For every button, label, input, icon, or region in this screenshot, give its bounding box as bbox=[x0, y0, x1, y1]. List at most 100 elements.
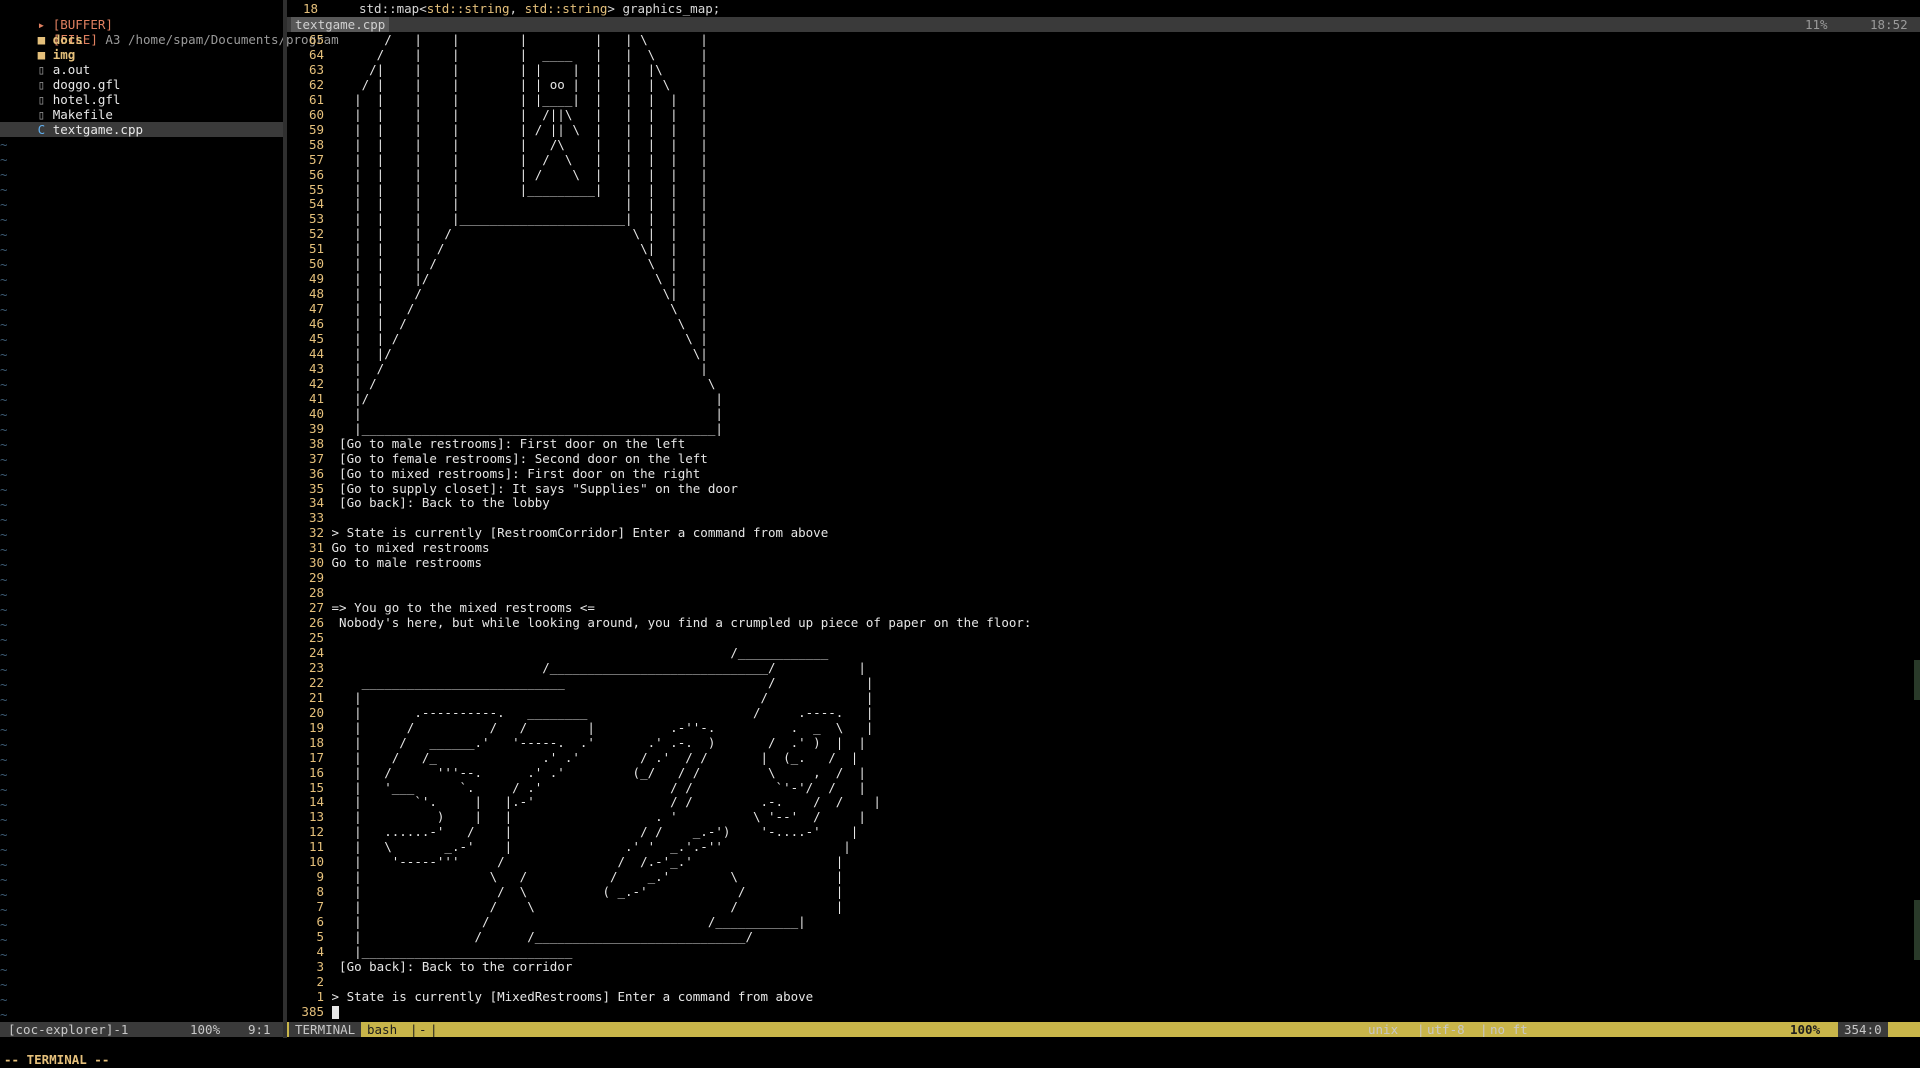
relative-line-number: 44 bbox=[308, 346, 324, 361]
empty-line-marker: ~ bbox=[0, 242, 8, 257]
tab-textgame-cpp[interactable]: textgame.cpp bbox=[291, 17, 390, 32]
terminal-text: ___________________________ / | bbox=[331, 675, 874, 690]
terminal-text: | / | bbox=[331, 690, 874, 705]
terminal-text: | ) | | . ' \ '--' / | bbox=[331, 809, 866, 824]
empty-line-marker: ~ bbox=[0, 977, 8, 992]
terminal-line: 57 | | | | | / \ | | | | | bbox=[287, 152, 708, 167]
terminal-line: 29 bbox=[287, 570, 332, 585]
terminal-text: | / ______.' '-----. .' .' .-. ) / .' ) … bbox=[331, 735, 866, 750]
terminal-line: 15 | '___ `. / .' / / `'-'/ / | bbox=[287, 780, 866, 795]
relative-line-number: 19 bbox=[308, 720, 324, 735]
terminal-line: 43 | / | bbox=[287, 361, 708, 376]
terminal-cursor bbox=[331, 1006, 339, 1019]
cpp-file-icon: C bbox=[0, 122, 53, 137]
relative-line-number: 23 bbox=[308, 660, 324, 675]
empty-line-marker: ~ bbox=[0, 692, 8, 707]
terminal-text: [Go to female restrooms]: Second door on… bbox=[331, 451, 708, 466]
window-bar: textgame.cpp 11% 18:52 bbox=[287, 17, 1920, 32]
empty-line-marker: ~ bbox=[0, 617, 8, 632]
folder-icon: ■ bbox=[0, 32, 53, 47]
terminal-line: 16 | / '''--. .' .' (_/ / / \ , / | bbox=[287, 765, 866, 780]
empty-line-marker: ~ bbox=[0, 962, 8, 977]
empty-line-marker: ~ bbox=[0, 572, 8, 587]
empty-line-marker: ~ bbox=[0, 347, 8, 362]
relative-line-number: 17 bbox=[308, 750, 324, 765]
relative-line-number: 64 bbox=[308, 47, 324, 62]
terminal-text: | .----------. ________ / .----. | bbox=[331, 705, 874, 720]
terminal-line: 39 |____________________________________… bbox=[287, 421, 723, 436]
relative-line-number: 51 bbox=[308, 241, 324, 256]
relative-line-number: 65 bbox=[308, 32, 324, 47]
terminal-text: | | | |______________________| | | | bbox=[331, 211, 708, 226]
terminal-line: 62 / | | | | | oo | | | | \ | bbox=[287, 77, 708, 92]
terminal-text: | / \ / | bbox=[331, 899, 844, 914]
terminal-text: Go to male restrooms bbox=[331, 555, 483, 570]
empty-line-marker: ~ bbox=[0, 302, 8, 317]
terminal-line: 49 | | |/ \ | | bbox=[287, 271, 708, 286]
empty-line-marker: ~ bbox=[0, 812, 8, 827]
terminal-line: 46 | | / \ | bbox=[287, 316, 708, 331]
relative-line-number: 37 bbox=[308, 451, 324, 466]
explorer-item[interactable]: ■ docs bbox=[0, 32, 83, 47]
terminal-text: > State is currently [RestroomCorridor] … bbox=[331, 525, 829, 540]
empty-line-marker: ~ bbox=[0, 947, 8, 962]
empty-line-marker: ~ bbox=[0, 842, 8, 857]
empty-line-marker: ~ bbox=[0, 317, 8, 332]
explorer-item[interactable]: ▯ Makefile bbox=[0, 107, 113, 122]
terminal-line: 61 | | | | | |____| | | | | | bbox=[287, 92, 708, 107]
explorer-item-label: docs bbox=[52, 32, 83, 47]
file-icon: ▯ bbox=[0, 77, 53, 92]
relative-line-number: 43 bbox=[308, 361, 324, 376]
scroll-indicator[interactable] bbox=[1914, 660, 1920, 700]
empty-line-marker: ~ bbox=[0, 527, 8, 542]
terminal-text: | / \ bbox=[331, 376, 716, 391]
terminal-text: | ......-' / | / / _.-') '-....-' | bbox=[331, 824, 859, 839]
terminal-line: 25 bbox=[287, 630, 332, 645]
terminal-line: 14 | `'. | |.-' / / .-. / / | bbox=[287, 794, 881, 809]
explorer-item[interactable]: ▯ hotel.gfl bbox=[0, 92, 121, 107]
terminal-line: 33 bbox=[287, 510, 332, 525]
explorer-percent: 100% bbox=[190, 1022, 221, 1037]
empty-line-marker: ~ bbox=[0, 212, 8, 227]
folder-icon: ■ bbox=[0, 47, 53, 62]
terminal-text: / | | | | | oo | | | | \ | bbox=[331, 77, 708, 92]
terminal-text: | | bbox=[331, 406, 723, 421]
terminal-line: 8 | / \ ( _.-' / | bbox=[287, 884, 843, 899]
explorer-item-label: doggo.gfl bbox=[52, 77, 121, 92]
relative-line-number: 35 bbox=[308, 481, 324, 496]
buffer-section[interactable]: ▸ [BUFFER] bbox=[0, 2, 113, 32]
explorer-item[interactable]: ■ img bbox=[0, 47, 76, 62]
empty-line-marker: ~ bbox=[0, 197, 8, 212]
relative-line-number: 52 bbox=[308, 226, 324, 241]
empty-line-marker: ~ bbox=[0, 677, 8, 692]
terminal-text: Go to mixed restrooms bbox=[331, 540, 490, 555]
code-text: std::map<std::string, std::string> graph… bbox=[359, 1, 721, 16]
file-icon: ▯ bbox=[0, 92, 53, 107]
mode-indicator: TERMINAL bbox=[289, 1022, 362, 1037]
terminal-line: 22 ___________________________ / | bbox=[287, 675, 873, 690]
scroll-indicator[interactable] bbox=[1914, 900, 1920, 960]
terminal-text: | | / \ | bbox=[331, 331, 708, 346]
empty-line-marker: ~ bbox=[0, 902, 8, 917]
terminal-text: | \ _.-' | .' ' _.'.-'' | bbox=[331, 839, 851, 854]
explorer-item[interactable]: ▯ a.out bbox=[0, 62, 91, 77]
relative-line-number: 22 bbox=[308, 675, 324, 690]
explorer-item-label: hotel.gfl bbox=[52, 92, 121, 107]
terminal-text: | `'. | |.-' / / .-. / / | bbox=[331, 794, 881, 809]
terminal-line: 59 | | | | | / || \ | | | | | bbox=[287, 122, 708, 137]
relative-line-number: 42 bbox=[308, 376, 324, 391]
empty-line-marker: ~ bbox=[0, 257, 8, 272]
relative-line-number: 33 bbox=[308, 510, 324, 525]
terminal-line: 21 | / | bbox=[287, 690, 873, 705]
empty-line-marker: ~ bbox=[0, 152, 8, 167]
explorer-item[interactable]: ▯ doggo.gfl bbox=[0, 77, 121, 92]
empty-line-marker: ~ bbox=[0, 632, 8, 647]
terminal-line: 64 / | | | ____ | | \ | bbox=[287, 47, 708, 62]
relative-line-number: 6 bbox=[316, 914, 324, 929]
terminal-buffer[interactable]: 65 / | | | | | \ | 64 / | | | ____ | | \ … bbox=[287, 32, 1920, 1022]
terminal-line: 35 [Go to supply closet]: It says "Suppl… bbox=[287, 481, 738, 496]
explorer-item[interactable]: C textgame.cpp bbox=[0, 122, 283, 137]
relative-line-number: 54 bbox=[308, 196, 324, 211]
empty-line-marker: ~ bbox=[0, 437, 8, 452]
terminal-line: 6 | / /___________| bbox=[287, 914, 805, 929]
